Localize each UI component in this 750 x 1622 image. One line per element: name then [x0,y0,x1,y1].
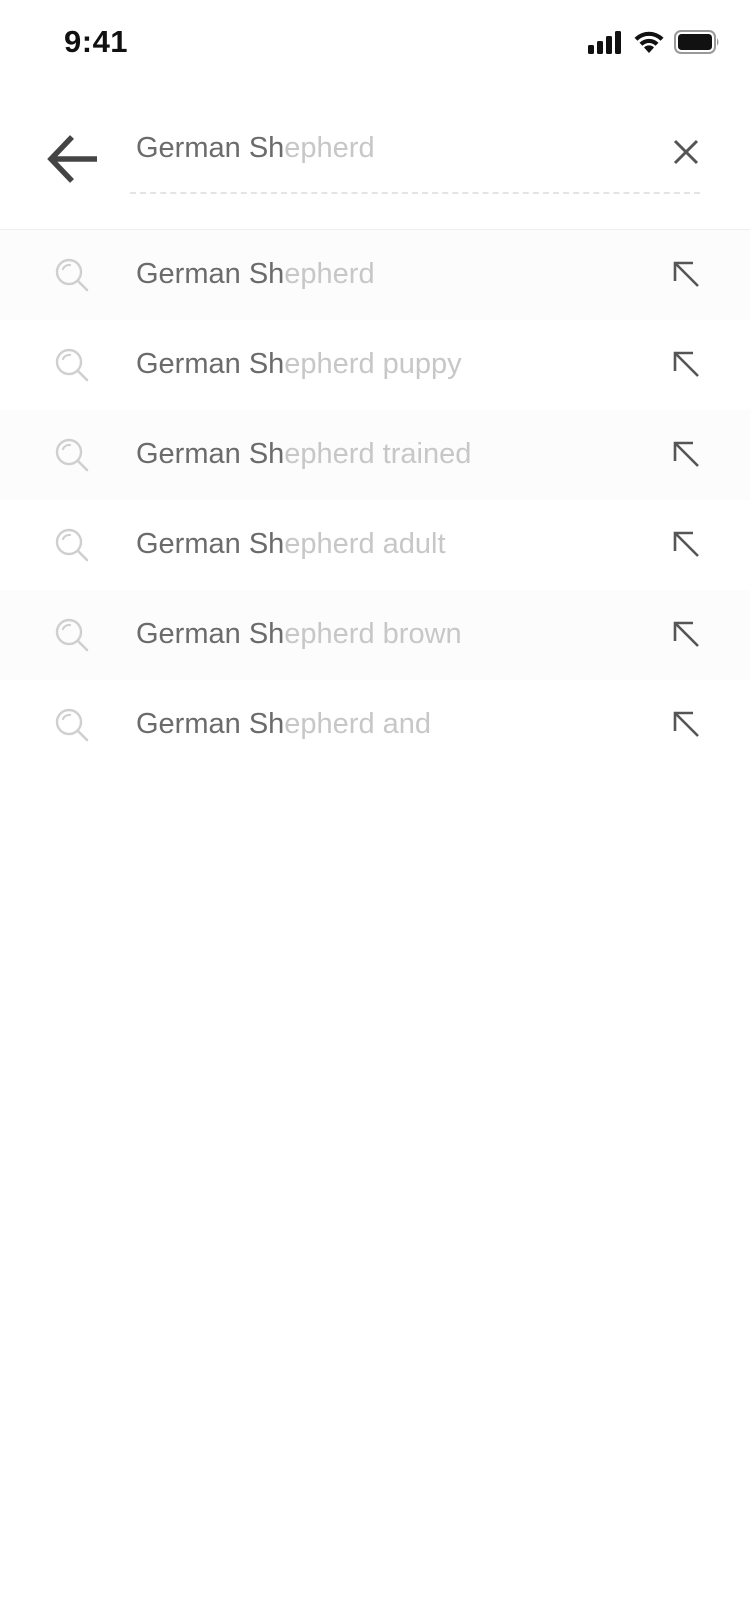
search-icon [55,258,89,292]
suggestion-text: German Shepherd puppy [136,348,462,381]
clear-button[interactable] [666,132,706,172]
suggestion-item[interactable]: German Shepherd brown [0,590,750,680]
suggestion-item[interactable]: German Shepherd adult [0,500,750,590]
arrow-up-left-icon [673,621,699,647]
suggestion-completion: epherd adult [284,528,446,560]
suggestion-completion: epherd and [284,708,432,740]
search-icon [55,618,89,652]
suggestion-item[interactable]: German Shepherd puppy [0,320,750,410]
search-icon [55,348,89,382]
search-icon [55,708,89,742]
suggestion-typed: German Sh [136,348,285,380]
suggestion-list: German Shepherd German Shepherd puppy Ge… [0,230,750,770]
wifi-icon [634,31,664,53]
suggestion-item[interactable]: German Shepherd [0,230,750,320]
suggestion-typed: German Sh [136,618,285,650]
arrow-up-left-icon [673,261,699,287]
arrow-up-left-icon [673,351,699,377]
suggestion-completion: epherd trained [284,438,472,470]
arrow-up-left-icon [673,441,699,467]
signal-icon [588,31,621,54]
suggestion-completion: epherd [284,258,375,290]
suggestion-typed: German Sh [136,258,285,290]
suggestion-text: German Shepherd brown [136,618,462,651]
search-bar: German Shepherd [0,110,750,230]
suggestion-text: German Shepherd [136,258,375,291]
fill-query-button[interactable] [666,704,706,744]
fill-query-button[interactable] [666,344,706,384]
suggestion-item[interactable]: German Shepherd and [0,680,750,770]
search-field[interactable]: German Shepherd [130,110,700,194]
search-typed-text: German Sh [136,132,285,164]
status-icons [588,30,719,60]
fill-query-button[interactable] [666,524,706,564]
fill-query-button[interactable] [666,434,706,474]
suggestion-completion: epherd puppy [284,348,462,380]
battery-icon [674,30,719,54]
search-icon [55,438,89,472]
search-input-text: German Shepherd [136,132,375,165]
close-icon [673,139,699,165]
arrow-up-left-icon [673,531,699,557]
suggestion-item[interactable]: German Shepherd trained [0,410,750,500]
suggestion-typed: German Sh [136,708,285,740]
suggestion-typed: German Sh [136,438,285,470]
back-arrow-icon [47,135,97,183]
arrow-up-left-icon [673,711,699,737]
status-bar: 9:41 [0,0,750,90]
search-icon [55,528,89,562]
back-button[interactable] [40,126,106,192]
suggestion-typed: German Sh [136,528,285,560]
search-autocomplete-hint: epherd [284,132,375,164]
fill-query-button[interactable] [666,254,706,294]
fill-query-button[interactable] [666,614,706,654]
suggestion-text: German Shepherd and [136,708,431,741]
suggestion-text: German Shepherd trained [136,438,471,471]
status-time: 9:41 [64,24,129,59]
suggestion-text: German Shepherd adult [136,528,446,561]
suggestion-completion: epherd brown [284,618,462,650]
